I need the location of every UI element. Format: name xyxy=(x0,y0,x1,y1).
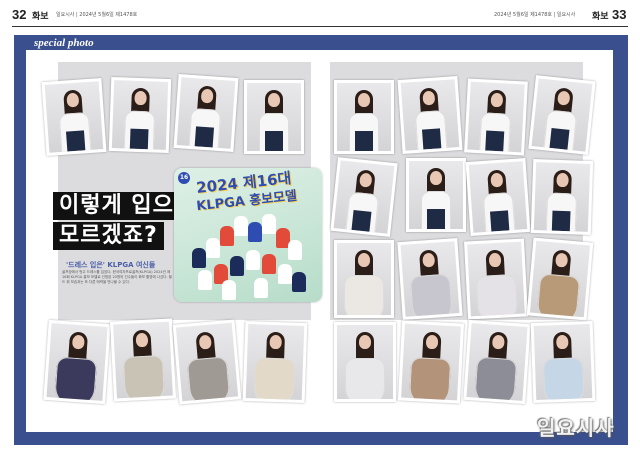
photo-model-white-shirt xyxy=(41,77,107,157)
photo-model-white-shirt xyxy=(406,158,466,232)
photo-model-white-shirt xyxy=(334,80,394,154)
photo-model-evening-gown xyxy=(463,319,531,405)
photo-model-evening-gown xyxy=(43,319,111,405)
photo-model-evening-gown xyxy=(464,238,528,320)
publisher-watermark: 일요시사 xyxy=(537,416,615,440)
photo-model-evening-gown xyxy=(397,238,463,320)
photo-model-white-shirt xyxy=(330,157,398,237)
photo-model-evening-gown xyxy=(530,320,596,404)
photo-model-evening-gown xyxy=(172,319,242,405)
photo-model-white-shirt xyxy=(464,78,528,156)
photo-model-white-shirt xyxy=(244,80,304,154)
photo-model-white-shirt xyxy=(528,75,596,155)
right-page-number: 33 xyxy=(612,7,627,22)
left-section-title: 화보 xyxy=(32,12,49,22)
left-issue-info: 일요시사 | 2024년 5월6일 제1478호 xyxy=(56,12,138,18)
klpga-poster-image: 16 2024 제16대 KLPGA 홍보모델 xyxy=(174,168,322,302)
poster-badge: 16 xyxy=(178,172,190,184)
headline-line-2: 모르겠죠? xyxy=(53,222,164,254)
article-body-text: 골프장에서 벗고 드레스를 입었다. 한국여자프로골프(KLPGA) 2024년… xyxy=(62,270,172,284)
photo-model-evening-gown xyxy=(334,322,396,402)
section-tab: special photo xyxy=(26,37,124,51)
photo-model-evening-gown xyxy=(334,240,394,318)
photo-model-white-shirt xyxy=(530,158,594,236)
section-tab-label: special photo xyxy=(34,37,94,49)
right-issue-info: 2024년 5월6일 제1478호 | 일요시사 xyxy=(494,12,576,18)
page-header: 32 화보 일요시사 | 2024년 5월6일 제1478호 2024년 5월6… xyxy=(0,0,640,28)
subheadline: '드레스 입은' KLPGA 여신들 xyxy=(66,261,156,269)
photo-model-white-shirt xyxy=(465,157,531,237)
photo-model-white-shirt xyxy=(108,76,172,154)
right-section-title: 화보 xyxy=(592,12,609,22)
photo-model-evening-gown xyxy=(109,318,177,402)
photo-model-evening-gown xyxy=(242,320,308,404)
header-rule xyxy=(12,26,628,27)
photo-model-white-shirt xyxy=(173,73,239,153)
photo-model-evening-gown xyxy=(526,237,594,321)
photo-model-white-shirt xyxy=(397,75,463,155)
left-page-number: 32 xyxy=(12,7,27,22)
poster-group-photo xyxy=(188,208,306,300)
photo-model-evening-gown xyxy=(397,320,465,404)
